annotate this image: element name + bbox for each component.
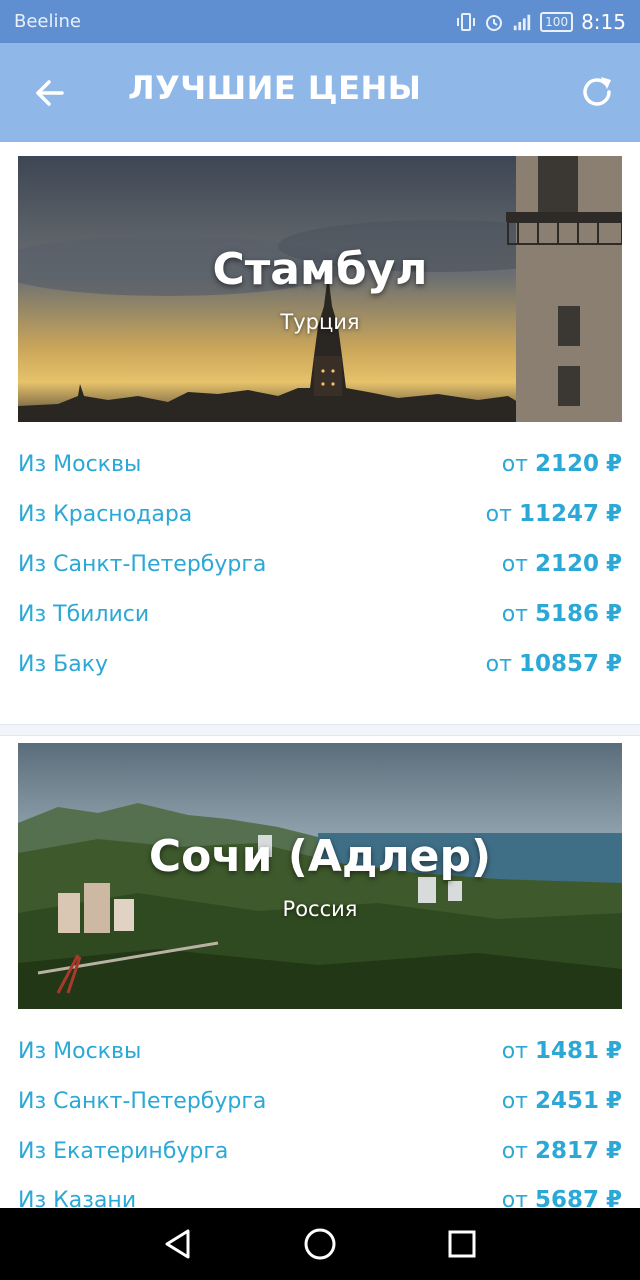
destination-card-sochi[interactable]: Сочи (Адлер) Россия Из Москвы от 1481 ₽ …	[0, 736, 640, 1208]
route-price: от 2120 ₽	[501, 451, 622, 477]
destination-image-istanbul[interactable]: Стамбул Турция	[18, 156, 622, 422]
clock: 8:15	[581, 9, 626, 34]
system-nav-bar	[0, 1208, 640, 1280]
signal-icon	[512, 12, 532, 32]
destination-image-sochi[interactable]: Сочи (Адлер) Россия	[18, 743, 622, 1009]
nav-recents-button[interactable]	[442, 1224, 482, 1264]
nav-home-button[interactable]	[300, 1224, 340, 1264]
route-price: от 10857 ₽	[485, 651, 622, 677]
card-divider	[0, 724, 640, 736]
route-price: от 1481 ₽	[501, 1038, 622, 1064]
route-price: от 2120 ₽	[501, 551, 622, 577]
route-origin: Из Санкт-Петербурга	[18, 1088, 267, 1114]
destination-card-istanbul[interactable]: Стамбул Турция Из Москвы от 2120 ₽ Из Кр…	[0, 142, 640, 724]
route-row[interactable]: Из Москвы от 2120 ₽	[18, 444, 622, 484]
route-row[interactable]: Из Москвы от 1481 ₽	[18, 1031, 622, 1071]
refresh-button[interactable]	[576, 71, 618, 113]
nav-back-button[interactable]	[158, 1224, 198, 1264]
route-price: от 5186 ₽	[501, 601, 622, 627]
route-row[interactable]: Из Тбилиси от 5186 ₽	[18, 594, 622, 634]
route-row[interactable]: Из Санкт-Петербурга от 2451 ₽	[18, 1081, 622, 1121]
back-triangle-icon	[165, 1229, 190, 1259]
route-price: от 2451 ₽	[501, 1088, 622, 1114]
route-row[interactable]: Из Краснодара от 11247 ₽	[18, 494, 622, 534]
route-origin: Из Москвы	[18, 451, 142, 477]
route-row[interactable]: Из Санкт-Петербурга от 2120 ₽	[18, 544, 622, 584]
route-origin: Из Тбилиси	[18, 601, 150, 627]
destination-city: Стамбул	[212, 244, 428, 295]
route-origin: Из Казани	[18, 1187, 137, 1209]
battery-icon: 100	[540, 11, 574, 32]
route-row[interactable]: Из Казани от 5687 ₽	[18, 1180, 622, 1208]
page-title: ЛУЧШИЕ ЦЕНЫ	[128, 69, 422, 107]
route-origin: Из Москвы	[18, 1038, 142, 1064]
status-icons: 100 8:15	[456, 10, 626, 34]
route-row[interactable]: Из Екатеринбурга от 2817 ₽	[18, 1131, 622, 1171]
route-price: от 2817 ₽	[501, 1138, 622, 1164]
best-prices-list[interactable]: Стамбул Турция Из Москвы от 2120 ₽ Из Кр…	[0, 142, 640, 1208]
home-circle-icon	[304, 1228, 336, 1260]
route-price: от 5687 ₽	[501, 1187, 622, 1208]
destination-city: Сочи (Адлер)	[148, 831, 492, 882]
back-button[interactable]	[30, 73, 70, 113]
route-origin: Из Екатеринбурга	[18, 1138, 229, 1164]
vibrate-icon	[456, 12, 476, 32]
recents-square-icon	[448, 1230, 476, 1258]
destination-country: Турция	[280, 310, 360, 334]
route-origin: Из Санкт-Петербурга	[18, 551, 267, 577]
arrow-left-icon	[36, 80, 64, 106]
battery-level: 100	[545, 14, 569, 29]
refresh-icon	[583, 77, 611, 106]
destination-country: Россия	[282, 897, 358, 921]
status-bar: Beeline 100 8:15	[0, 0, 640, 43]
carrier-name: Beeline	[14, 11, 81, 32]
route-row[interactable]: Из Баку от 10857 ₽	[18, 644, 622, 684]
app-bar: ЛУЧШИЕ ЦЕНЫ	[0, 43, 640, 142]
route-origin: Из Краснодара	[18, 501, 193, 527]
route-origin: Из Баку	[18, 651, 109, 677]
route-price: от 11247 ₽	[485, 501, 622, 527]
alarm-icon	[484, 12, 504, 32]
